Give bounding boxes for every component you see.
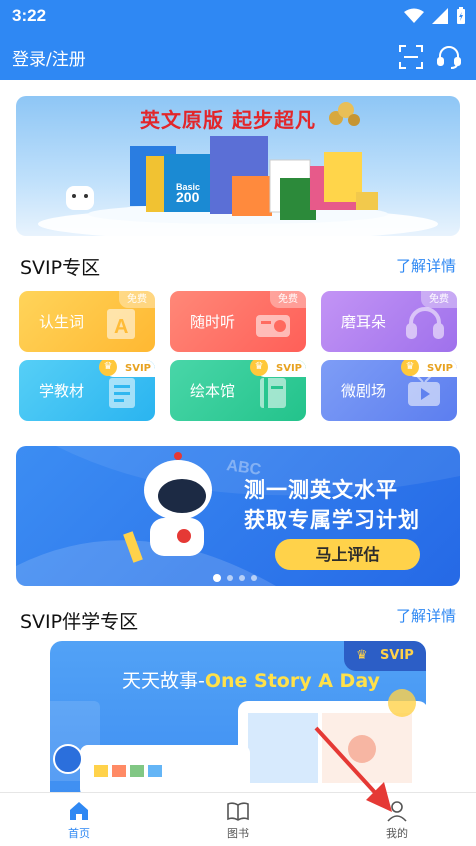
banner-headline: 英文原版 起步超凡 (140, 108, 316, 132)
tile-ear-training[interactable]: 磨耳朵 免费 (321, 291, 457, 352)
svg-text:200: 200 (176, 189, 200, 205)
tile-label: 学教材 (39, 382, 85, 400)
svip-zone-more-link[interactable]: 了解详情 (396, 255, 456, 276)
carousel-dot (251, 575, 257, 581)
tile-picture-books[interactable]: 绘本馆 ♛ SVIP (170, 360, 306, 421)
status-icons (404, 7, 466, 25)
svip-zone-title: SVIP专区 (20, 257, 101, 279)
tile-new-words[interactable]: 认生词 免费 A (19, 291, 155, 352)
tile-textbook[interactable]: 学教材 ♛ SVIP (19, 360, 155, 421)
story-card-title: 天天故事-One Story A Day (122, 670, 380, 692)
carousel-dot (213, 574, 221, 582)
signal-icon (432, 8, 448, 24)
tile-label: 微剧场 (341, 382, 387, 400)
evaluation-banner[interactable]: ABC 测一测英文水平 获取专属学习计划 马上评估 (16, 446, 460, 586)
scan-icon[interactable] (398, 44, 424, 70)
headset-icon[interactable] (436, 44, 462, 70)
carousel-dot (239, 575, 245, 581)
home-icon (70, 802, 88, 820)
app-bar: 登录/注册 (0, 34, 476, 80)
companion-zone-title: SVIP伴学专区 (20, 611, 139, 633)
evaluation-line2: 获取专属学习计划 (244, 508, 420, 532)
evaluate-now-button[interactable]: 马上评估 (275, 539, 420, 570)
nav-profile[interactable]: 我的 (357, 799, 437, 841)
one-story-a-day-card[interactable]: 天天故事-One Story A Day ♛ SVIP (50, 641, 426, 793)
tv-play-icon (408, 375, 440, 406)
promo-banner[interactable]: Basic 200 英文原版 起步超凡 (16, 96, 460, 236)
status-time: 3:22 (12, 6, 47, 25)
companion-zone-more-link[interactable]: 了解详情 (396, 605, 456, 626)
letter-a-card-icon: A (107, 309, 135, 339)
crown-icon: ♛ (356, 648, 368, 663)
bottom-nav: 首页 图书 我的 (0, 792, 476, 846)
profile-icon (387, 801, 407, 822)
carousel-dot (227, 575, 233, 581)
nav-books[interactable]: 图书 (198, 799, 278, 841)
headphones-icon (406, 307, 444, 339)
picture-book-icon (260, 378, 286, 408)
tile-label: 随时听 (190, 313, 236, 331)
tile-listen-anytime[interactable]: 随时听 免费 (170, 291, 306, 352)
evaluation-line1: 测一测英文水平 (244, 478, 398, 502)
svg-text:A: A (114, 316, 128, 338)
tile-label: 绘本馆 (190, 382, 236, 400)
textbook-icon (109, 378, 135, 408)
status-bar: 3:22 (0, 0, 476, 34)
nav-home[interactable]: 首页 (39, 799, 119, 841)
book-icon (227, 802, 249, 821)
wifi-icon (404, 8, 424, 23)
tile-label: 认生词 (39, 313, 85, 331)
battery-icon (457, 7, 465, 24)
radio-icon (256, 315, 290, 337)
login-register-link[interactable]: 登录/注册 (12, 45, 86, 70)
story-svip-badge: ♛ SVIP (344, 641, 426, 671)
carousel-indicator (213, 574, 257, 582)
tile-micro-theater[interactable]: 微剧场 ♛ SVIP (321, 360, 457, 421)
tile-label: 磨耳朵 (341, 313, 387, 331)
